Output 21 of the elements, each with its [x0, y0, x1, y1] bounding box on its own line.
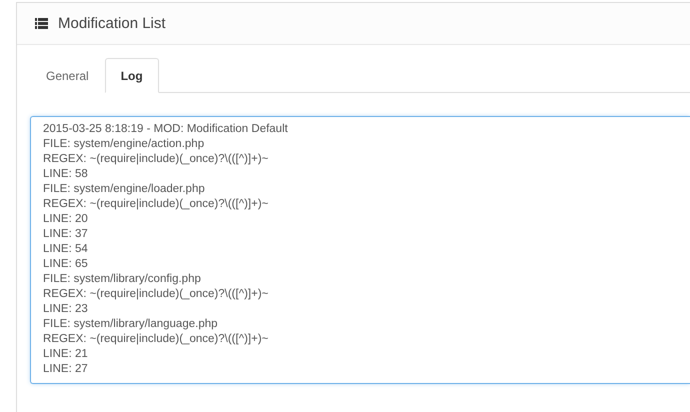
- log-line: REGEX: ~(require|include)(_once)?\(([^)]+)~: [43, 332, 270, 347]
- log-line: REGEX: ~(require|include)(_once)?\(([^)]+)~: [43, 152, 270, 167]
- log-line: LINE: 54: [43, 242, 89, 257]
- log-line: LINE: 27: [43, 362, 89, 377]
- log-line: LINE: 21: [43, 347, 89, 362]
- log-textarea[interactable]: [30, 116, 690, 384]
- log-line: REGEX: ~(require|include)(_once)?\(([^)]+)~: [43, 287, 270, 302]
- log-line: REGEX: ~(require|include)(_once)?\(([^)]+)~: [43, 197, 270, 212]
- log-line: LINE: 37: [43, 227, 89, 242]
- log-line: 2015-03-25 8:18:19 - MOD: Modification Default: [43, 122, 289, 137]
- list-icon: [35, 18, 48, 29]
- log-line: FILE: system/engine/loader.php: [43, 182, 206, 197]
- panel-title: Modification List: [58, 15, 166, 32]
- tab[interactable]: Log: [104, 58, 159, 93]
- log-line: FILE: system/engine/action.php: [43, 137, 206, 152]
- log-line: LINE: 58: [43, 167, 89, 182]
- log-line: LINE: 20: [43, 212, 89, 227]
- log-line: LINE: 65: [43, 257, 89, 272]
- log-line: LINE: 23: [43, 302, 89, 317]
- log-line: FILE: system/library/config.php: [43, 272, 202, 287]
- log-line: FILE: system/library/language.php: [43, 317, 219, 332]
